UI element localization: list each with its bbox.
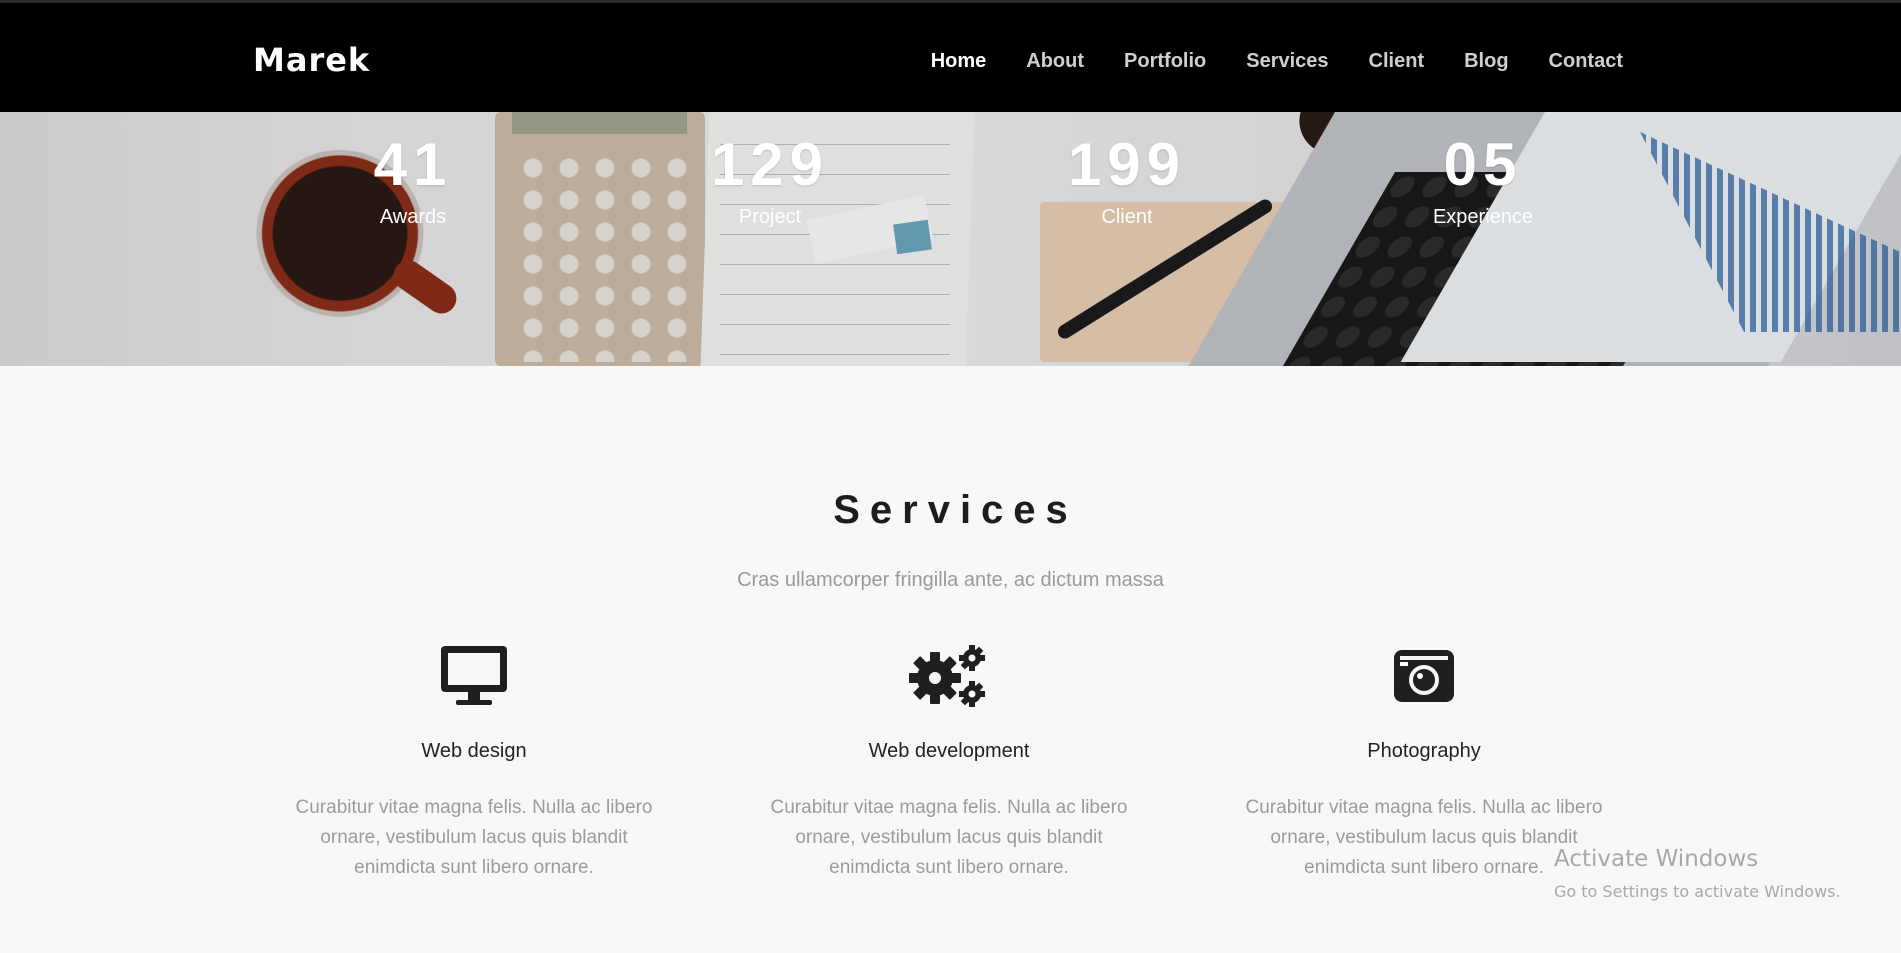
nav-services[interactable]: Services — [1246, 50, 1328, 73]
nav-contact[interactable]: Contact — [1549, 50, 1623, 73]
service-description: Curabitur vitae magna felis. Nulla ac li… — [295, 797, 653, 878]
stat-value: 05 — [1443, 131, 1523, 198]
stat-label: Experience — [1432, 206, 1534, 228]
service-description: Curabitur vitae magna felis. Nulla ac li… — [770, 797, 1128, 878]
windows-activation-watermark: Activate Windows Go to Settings to activ… — [1554, 846, 1841, 901]
stat-awards: 41 Awards — [313, 132, 513, 229]
nav-about[interactable]: About — [1026, 50, 1084, 73]
services-subtitle: Cras ullamcorper fringilla ante, ac dict… — [737, 569, 1164, 591]
stat-value: 199 — [1067, 131, 1187, 198]
stat-label: Project — [738, 206, 802, 228]
service-title: Web development — [868, 740, 1030, 762]
service-title: Web design — [421, 740, 527, 762]
gears-icon — [749, 640, 1149, 712]
nav-blog[interactable]: Blog — [1464, 50, 1508, 73]
monitor-icon — [274, 640, 674, 712]
service-web-design: Web design Curabitur vitae magna felis. … — [274, 640, 674, 883]
main-nav: Home About Portfolio Services Client Blo… — [891, 50, 1623, 73]
stat-label: Client — [1101, 206, 1153, 228]
camera-icon — [1224, 640, 1624, 712]
nav-client[interactable]: Client — [1369, 50, 1425, 73]
nav-portfolio[interactable]: Portfolio — [1124, 50, 1206, 73]
stat-value: 129 — [710, 131, 830, 198]
stats-hero: 41 Awards 129 Project 199 Client 05 Expe… — [0, 112, 1901, 366]
stat-client: 199 Client — [1027, 132, 1227, 229]
stat-label: Awards — [379, 206, 447, 228]
service-web-development: Web development Curabitur vitae magna fe… — [749, 640, 1149, 883]
service-title: Photography — [1367, 740, 1481, 762]
hero-overlay — [0, 112, 1901, 366]
navbar: Marek Home About Portfolio Services Clie… — [0, 0, 1901, 112]
stat-project: 129 Project — [670, 132, 870, 229]
watermark-subtitle: Go to Settings to activate Windows. — [1554, 882, 1841, 901]
nav-home[interactable]: Home — [931, 50, 987, 73]
stat-experience: 05 Experience — [1383, 132, 1583, 229]
stat-value: 41 — [373, 131, 453, 198]
services-title: Services — [833, 488, 1078, 532]
watermark-title: Activate Windows — [1554, 846, 1759, 872]
brand-logo[interactable]: Marek — [253, 41, 370, 79]
